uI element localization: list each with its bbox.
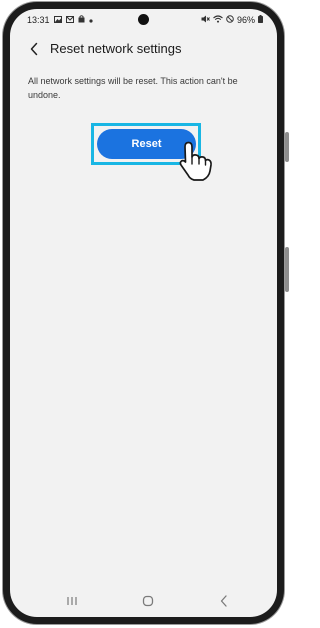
front-camera	[138, 14, 149, 25]
battery-icon	[258, 15, 263, 25]
back-button[interactable]	[24, 39, 44, 59]
reset-description: All network settings will be reset. This…	[28, 76, 238, 100]
chevron-left-icon	[30, 42, 38, 56]
volume-button	[285, 132, 289, 162]
status-time: 13:31	[27, 15, 50, 25]
tap-hand-icon	[176, 139, 216, 183]
back-icon	[220, 595, 227, 607]
gallery-icon	[53, 15, 62, 25]
home-button[interactable]	[136, 591, 160, 611]
navigation-bar	[10, 585, 277, 617]
power-button	[285, 247, 289, 292]
battery-level: 96%	[236, 15, 255, 25]
recents-button[interactable]	[60, 591, 84, 611]
status-bar-left: 13:31	[27, 15, 93, 25]
home-icon	[142, 595, 154, 607]
status-bar: 13:31 96%	[10, 9, 277, 31]
no-signal-icon	[226, 15, 234, 25]
shopping-bag-icon	[78, 15, 85, 25]
recents-icon	[67, 597, 77, 605]
status-bar-right: 96%	[201, 15, 263, 25]
mute-icon	[201, 15, 210, 25]
phone-frame: 13:31 96% Reset network settings All net…	[3, 2, 289, 624]
system-back-button[interactable]	[212, 591, 236, 611]
dot-icon	[88, 15, 93, 25]
screen: 13:31 96% Reset network settings All net…	[10, 9, 277, 617]
page-title: Reset network settings	[50, 41, 182, 56]
wifi-icon	[213, 15, 223, 25]
app-bar: Reset network settings	[10, 35, 277, 65]
mail-icon	[65, 15, 74, 25]
